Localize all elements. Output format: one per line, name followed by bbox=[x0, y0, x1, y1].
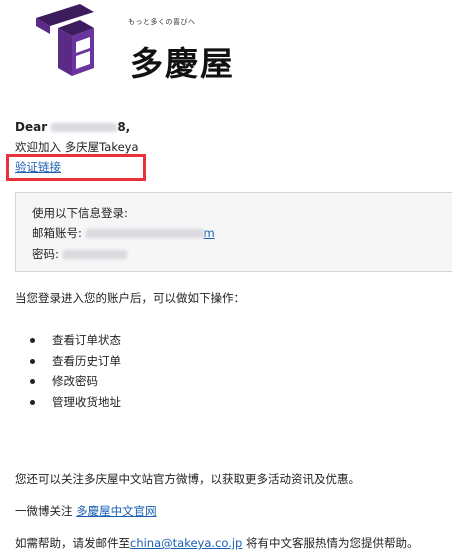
greeting-suffix: 8, bbox=[117, 120, 131, 134]
email-account-row: 邮箱账号: m bbox=[32, 225, 215, 241]
follow-link[interactable]: 多慶屋中文官网 bbox=[76, 504, 157, 518]
after-login-text: 当您登录进入您的账户后，可以做如下操作： bbox=[15, 291, 245, 305]
brand-tagline: もっと多くの喜びへ bbox=[128, 18, 196, 26]
help-row: 如需帮助，请发邮件至china@takeya.co.jp 将有中文客服热情为您提… bbox=[15, 535, 419, 551]
login-info-title: 使用以下信息登录: bbox=[32, 206, 128, 220]
list-item: 查看订单状态 bbox=[30, 330, 121, 351]
highlight-annotation bbox=[6, 154, 146, 181]
takeya-logo-mark-icon bbox=[36, 4, 94, 76]
brand-name: 多慶屋 bbox=[130, 44, 235, 83]
email-account-value[interactable]: m bbox=[85, 226, 215, 240]
redacted-password bbox=[62, 250, 127, 259]
redacted-email bbox=[85, 229, 204, 238]
follow-row: 一微博关注 多慶屋中文官网 bbox=[15, 503, 157, 519]
help-prefix: 如需帮助，请发邮件至 bbox=[15, 536, 130, 550]
list-item: 修改密码 bbox=[30, 371, 121, 392]
password-row: 密码: bbox=[32, 246, 127, 262]
list-item: 查看历史订单 bbox=[30, 351, 121, 372]
list-item: 管理收货地址 bbox=[30, 392, 121, 413]
welcome-text: 欢迎加入 多庆屋Takeya bbox=[15, 140, 139, 154]
takeya-logo: もっと多くの喜びへ 多慶屋 bbox=[36, 4, 236, 84]
login-info-box: 使用以下信息登录: 邮箱账号: m 密码: bbox=[15, 192, 452, 272]
password-label: 密码: bbox=[32, 247, 59, 261]
greeting-prefix: Dear bbox=[15, 120, 48, 134]
greeting: Dear 8, bbox=[15, 120, 130, 134]
help-suffix: 将有中文客服热情为您提供帮助。 bbox=[242, 536, 419, 550]
redacted-username bbox=[51, 123, 118, 132]
email-account-label: 邮箱账号: bbox=[32, 226, 82, 240]
help-email-link[interactable]: china@takeya.co.jp bbox=[130, 536, 242, 550]
operations-list: 查看订单状态 查看历史订单 修改密码 管理收货地址 bbox=[30, 330, 121, 412]
email-account-tail: m bbox=[203, 226, 215, 240]
weibo-text: 您还可以关注多庆屋中文站官方微博，以获取更多活动资讯及优惠。 bbox=[15, 472, 360, 486]
follow-prefix: 一微博关注 bbox=[15, 504, 73, 518]
